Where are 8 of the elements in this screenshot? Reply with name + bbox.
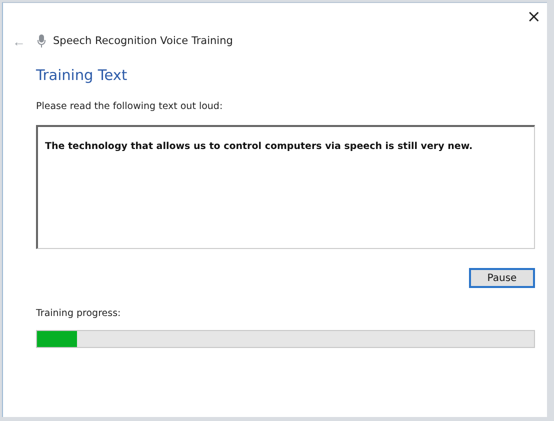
microphone-icon xyxy=(37,34,46,48)
section-heading: Training Text xyxy=(36,68,128,86)
window-title: Speech Recognition Voice Training xyxy=(53,35,233,47)
training-sentence: The technology that allows us to control computers via speech is still very new. xyxy=(45,141,473,152)
close-button[interactable]: × xyxy=(520,5,547,29)
pause-button[interactable]: Pause xyxy=(469,268,535,288)
instruction-text: Please read the following text out loud: xyxy=(36,101,224,114)
progress-label: Training progress: xyxy=(36,308,122,321)
